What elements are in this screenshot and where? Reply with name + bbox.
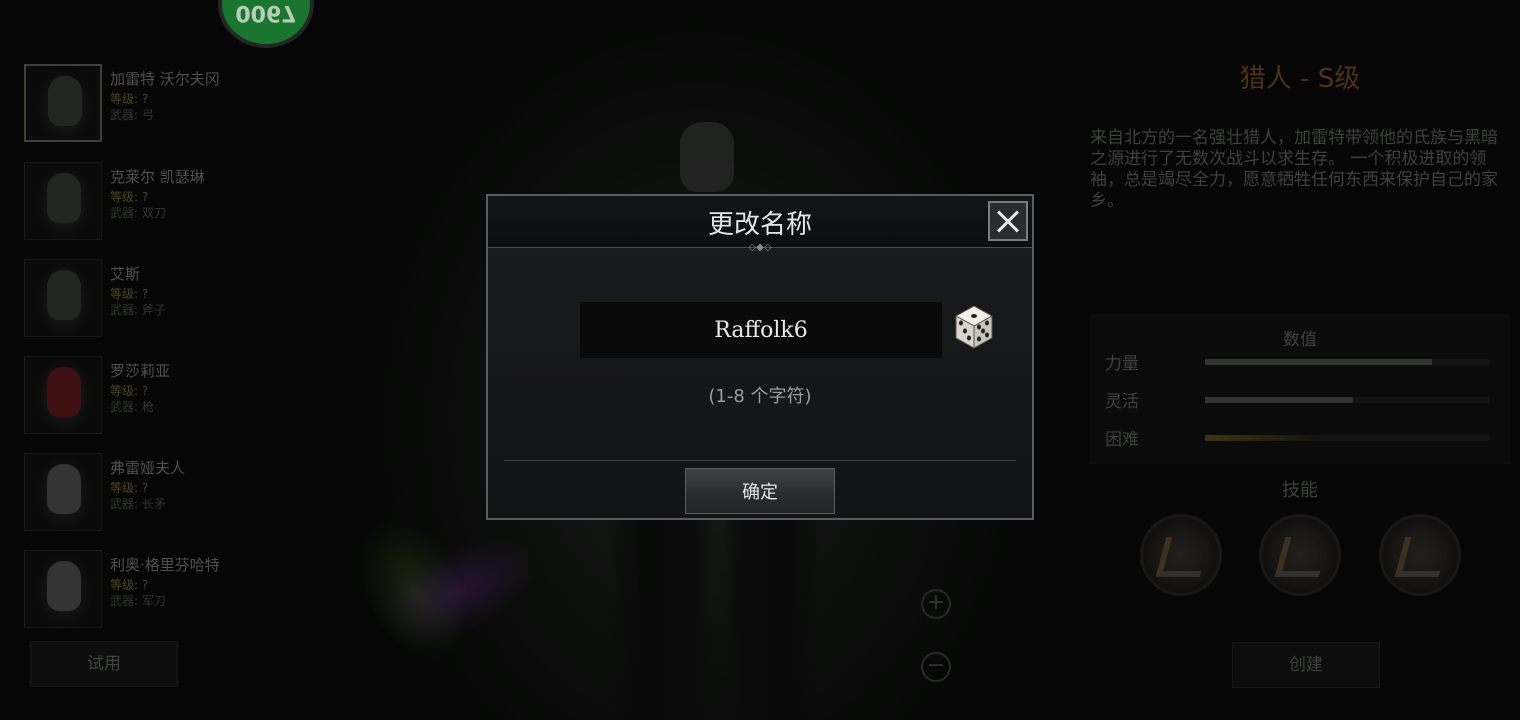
ornament-icon: ◇◆◇	[748, 242, 772, 253]
close-button[interactable]	[988, 201, 1028, 241]
name-input[interactable]	[580, 302, 942, 358]
confirm-button[interactable]: 确定	[685, 468, 835, 514]
dialog-title: 更改名称	[707, 210, 812, 240]
rename-dialog: 更改名称 ◇◆◇ (1-8 个字符) 确定	[486, 194, 1034, 520]
dice-icon[interactable]	[952, 302, 996, 350]
dialog-header: 更改名称	[488, 196, 1032, 248]
name-length-hint: (1-8 个字符)	[708, 386, 812, 407]
divider	[504, 460, 1016, 461]
